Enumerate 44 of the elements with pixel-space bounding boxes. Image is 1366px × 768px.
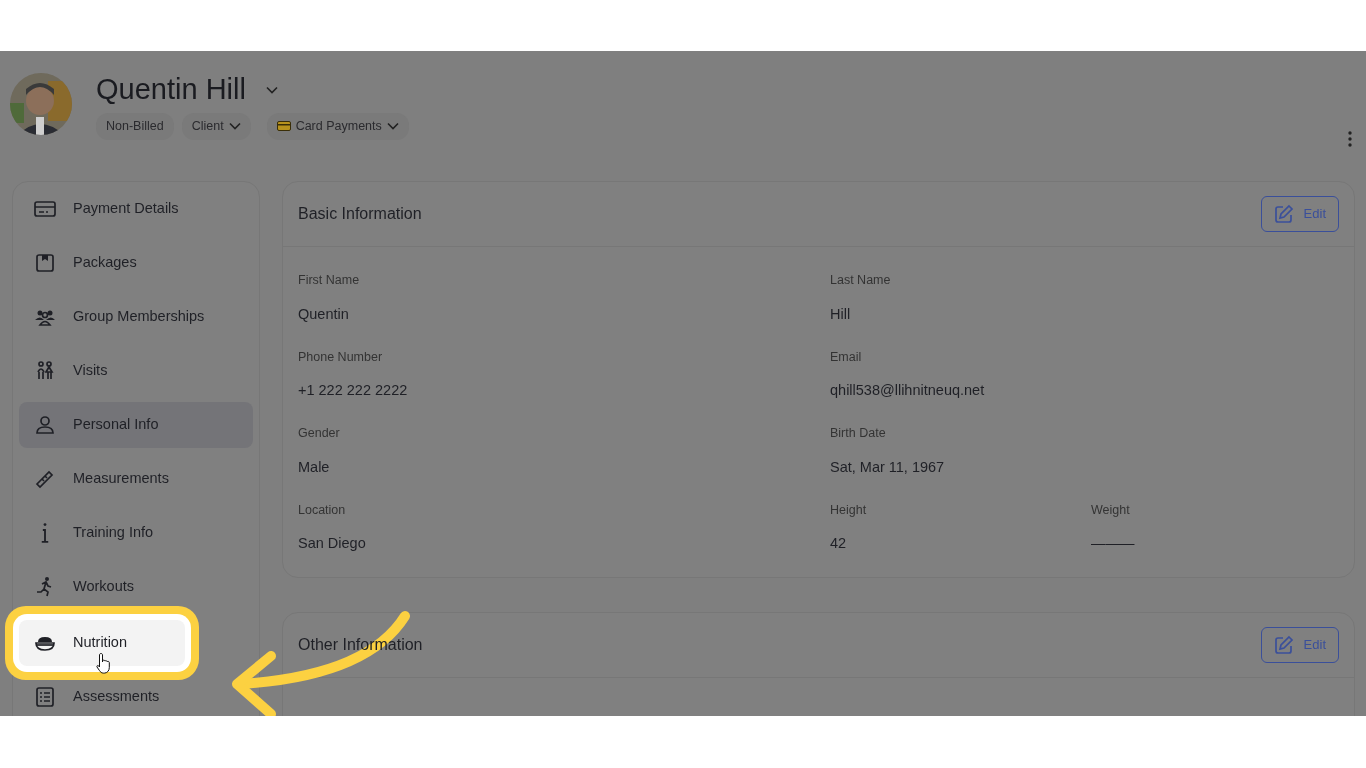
chevron-down-icon xyxy=(386,122,399,131)
sidebar-item[interactable]: Assessments xyxy=(19,674,253,716)
sidebar-item[interactable]: Measurements xyxy=(19,456,253,502)
kebab-menu-icon xyxy=(1348,130,1352,147)
field-value: San Diego xyxy=(298,534,367,554)
checklist-icon xyxy=(33,685,57,709)
edit-icon xyxy=(1273,204,1294,224)
sidebar-item[interactable]: Packages xyxy=(19,240,253,286)
field-label: Phone Number xyxy=(298,348,384,366)
person-icon xyxy=(33,413,57,437)
field-label: Height xyxy=(830,501,868,519)
field-label: Location xyxy=(298,501,347,519)
field-value: Hill xyxy=(830,304,852,324)
status-tag: Non-Billed xyxy=(96,113,174,140)
field-value: Quentin xyxy=(298,304,350,324)
field-value: qhill538@llihnitneuq.net xyxy=(830,381,986,401)
profile-name: Quentin Hill xyxy=(96,74,246,104)
field-value: ——— xyxy=(1091,534,1136,554)
sidebar-item[interactable]: Training Info xyxy=(19,510,253,556)
tag-dropdown[interactable]: Client xyxy=(181,113,251,140)
field-label: Gender xyxy=(298,425,341,442)
info-icon xyxy=(41,523,49,543)
field-value: Sat, Mar 11, 1967 xyxy=(830,457,946,477)
field-label: First Name xyxy=(298,272,361,289)
field-label: Email xyxy=(830,348,863,366)
sidebar-item[interactable]: Group Memberships xyxy=(19,294,253,340)
section-title: Basic Information xyxy=(298,204,422,224)
edit-icon xyxy=(1273,635,1294,655)
field-value: +1 222 222 2222 xyxy=(298,381,409,401)
field-label: Last Name xyxy=(830,272,892,289)
chevron-down-icon xyxy=(228,122,241,131)
field-label: Weight xyxy=(1091,501,1131,519)
sidebar-item[interactable]: Visits xyxy=(19,348,253,394)
sidebar-item[interactable]: Workouts xyxy=(19,564,253,610)
tag-dropdown[interactable]: Card Payments xyxy=(266,113,409,140)
box-icon xyxy=(33,251,57,275)
chevron-down-icon xyxy=(265,85,278,94)
sidebar-item[interactable]: Personal Info xyxy=(19,402,253,448)
sidebar-item[interactable]: Payment Details xyxy=(19,186,253,232)
hand-cursor-icon xyxy=(96,652,112,674)
credit-card-icon xyxy=(276,121,291,132)
field-label: Birth Date xyxy=(830,425,887,442)
field-value: 42 xyxy=(830,534,848,554)
field-value: Male xyxy=(298,457,331,477)
